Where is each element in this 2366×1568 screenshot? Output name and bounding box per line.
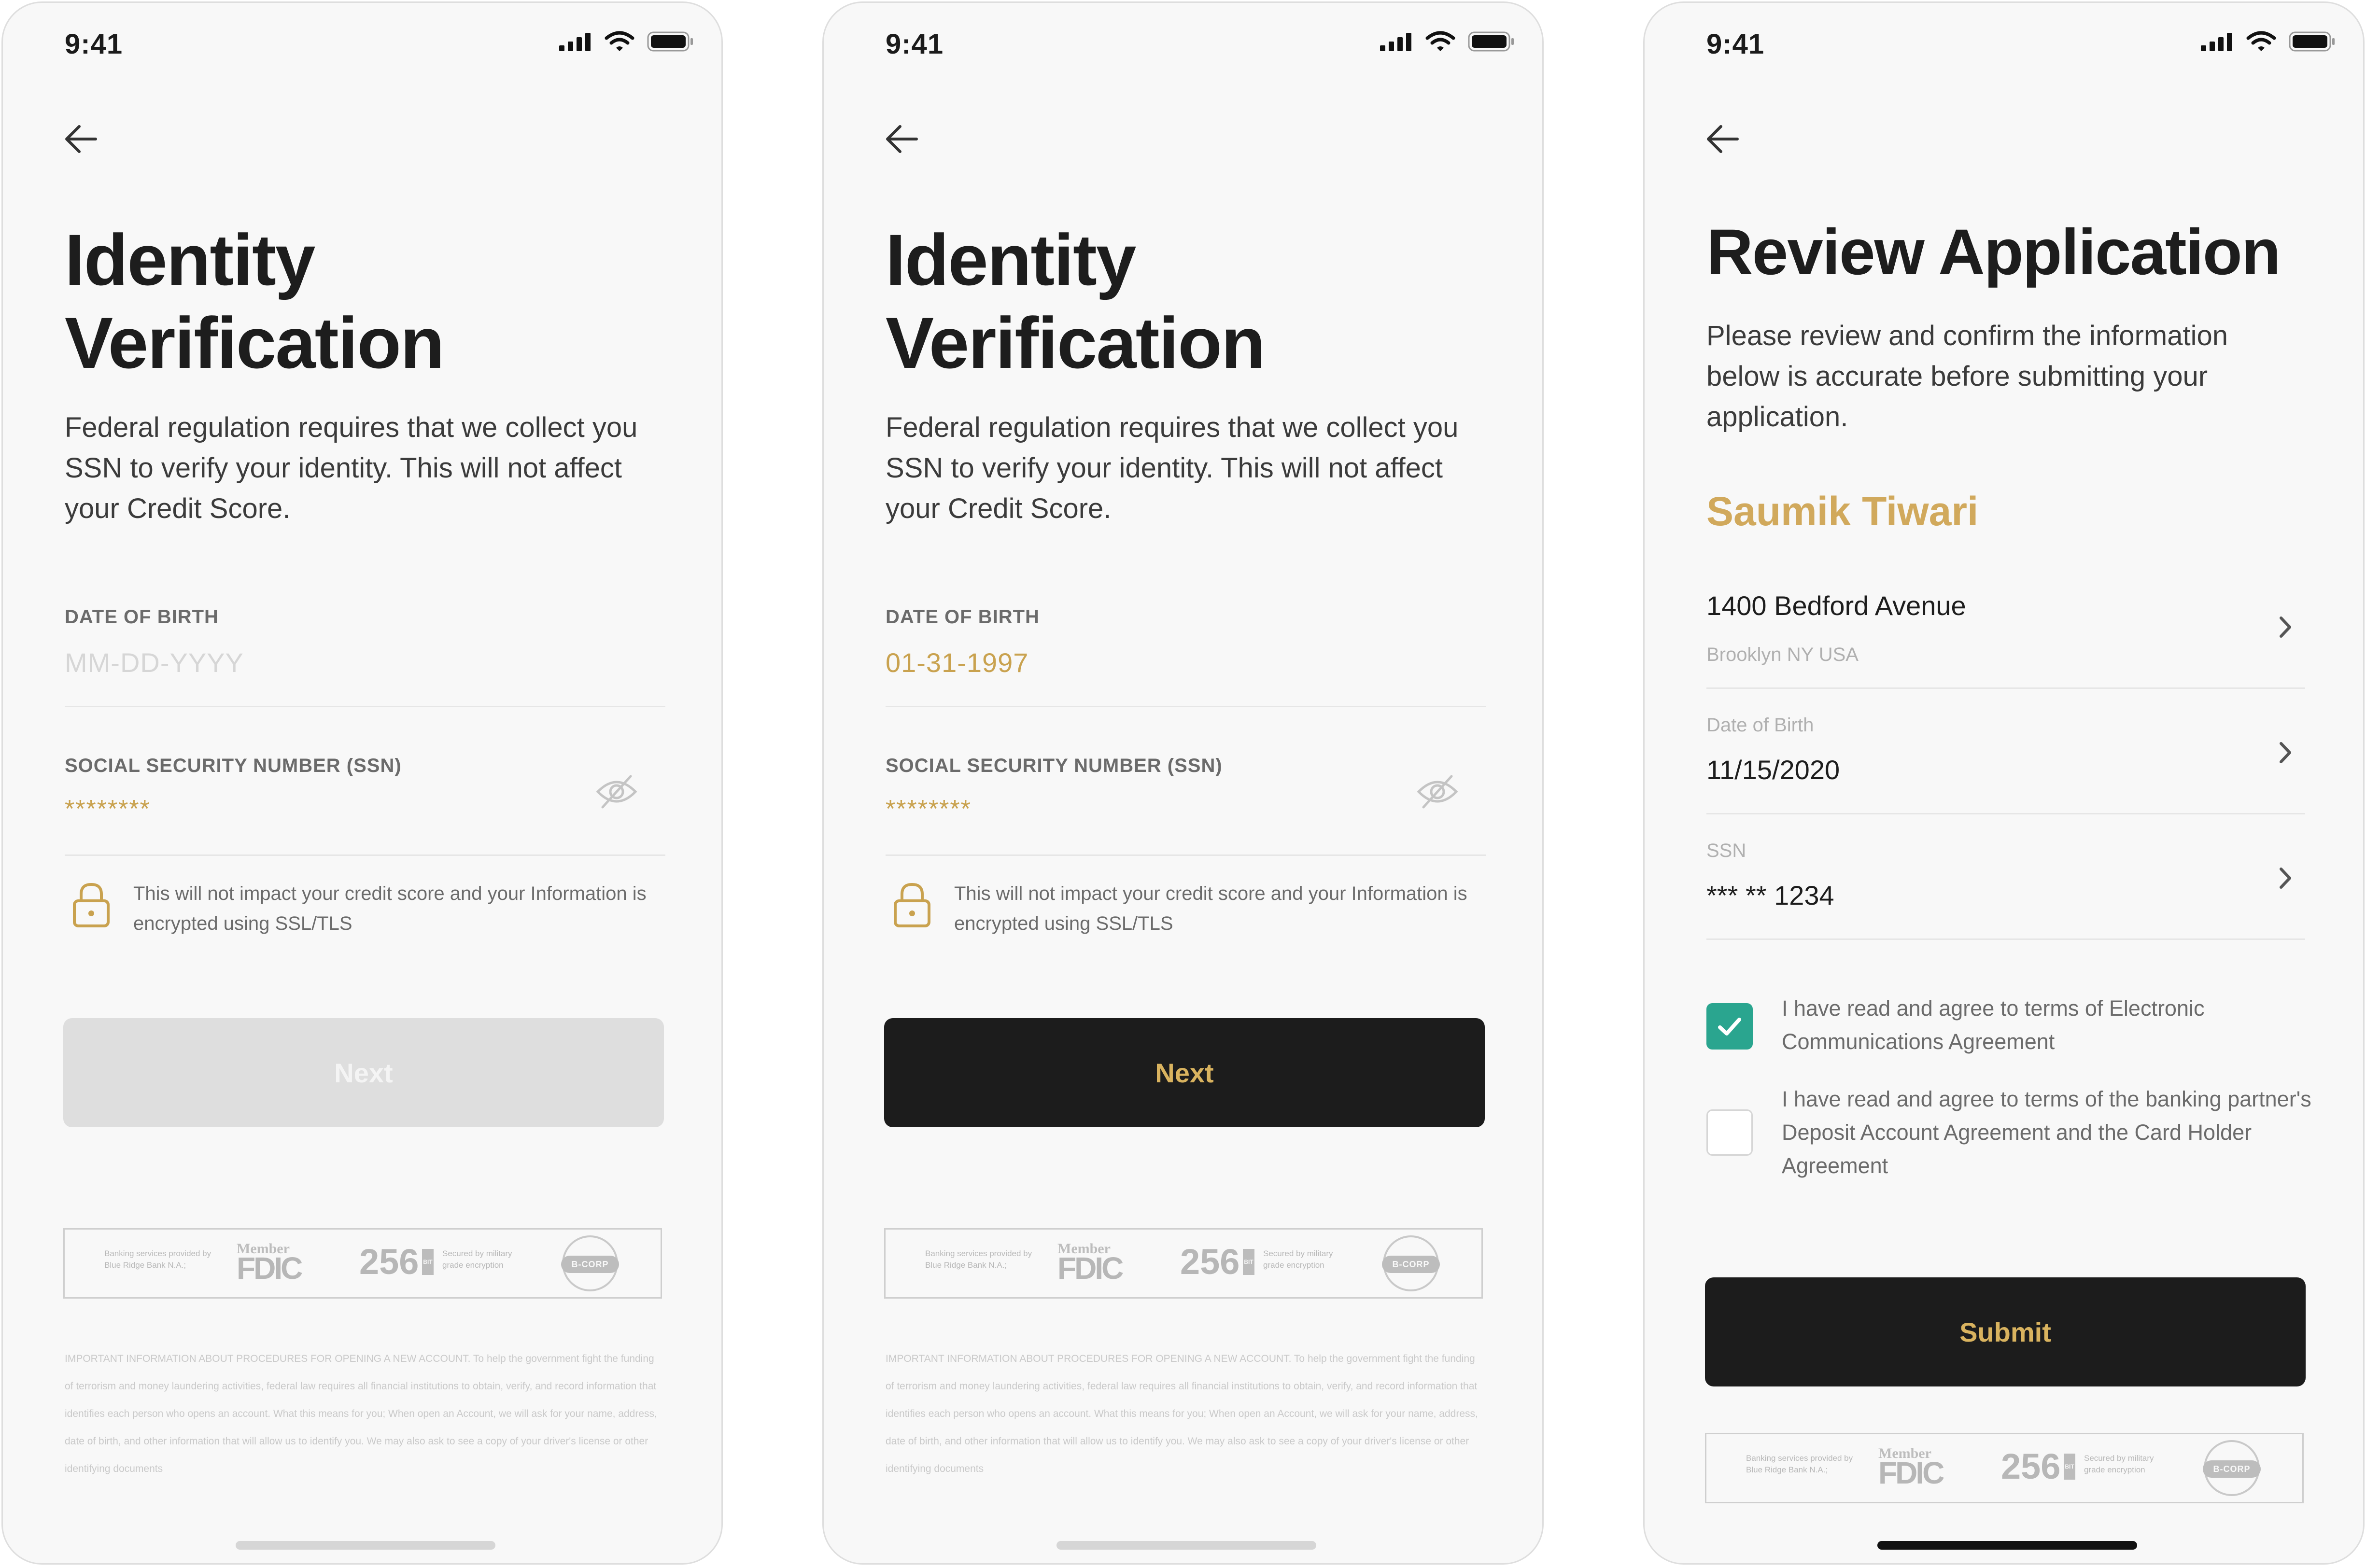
bank-provider-text: Banking services provided by Blue Ridge B… bbox=[104, 1249, 211, 1270]
secured-text: Secured by military grade encryption bbox=[2084, 1454, 2154, 1474]
secured-text: Secured by military grade encryption bbox=[442, 1249, 512, 1270]
applicant-name: Saumik Tiwari bbox=[1706, 489, 1979, 534]
bcorp-label: B-CORP bbox=[1382, 1256, 1440, 1273]
battery-icon bbox=[647, 31, 693, 52]
home-indicator bbox=[236, 1541, 495, 1550]
wifi-icon bbox=[605, 31, 634, 51]
encryption-bits: 256 bbox=[2001, 1446, 2061, 1486]
bcorp-label: B-CORP bbox=[2203, 1460, 2261, 1478]
page-description: Federal regulation requires that we coll… bbox=[65, 412, 638, 524]
status-time: 9:41 bbox=[886, 28, 944, 60]
divider bbox=[1706, 687, 2305, 689]
dob-label: DATE OF BIRTH bbox=[65, 606, 219, 628]
divider bbox=[1706, 938, 2305, 940]
review-application-screen: 9:41 Review Application Please review an… bbox=[1643, 1, 2365, 1565]
wifi-icon bbox=[2246, 31, 2276, 51]
divider bbox=[65, 854, 665, 856]
divider bbox=[886, 854, 1486, 856]
chevron-right-icon[interactable] bbox=[2272, 740, 2298, 766]
deposit-agreement-checkbox[interactable] bbox=[1706, 1109, 1753, 1156]
ssn-input[interactable]: ******** bbox=[886, 795, 972, 824]
trust-badge: Banking services provided by Blue Ridge B… bbox=[884, 1228, 1483, 1299]
bcorp-seal: B-CORP bbox=[561, 1235, 619, 1291]
dob-label: Date of Birth bbox=[1706, 714, 1814, 736]
back-arrow-icon[interactable] bbox=[1704, 120, 1742, 158]
fdic-logo: FDIC bbox=[1878, 1456, 1944, 1490]
dob-value: 11/15/2020 bbox=[1706, 755, 1840, 785]
battery-icon bbox=[2289, 31, 2335, 52]
status-icons bbox=[1379, 31, 1515, 52]
fdic-logo: FDIC bbox=[237, 1251, 303, 1286]
lock-icon bbox=[894, 882, 930, 927]
page-title: Identity Verification bbox=[886, 218, 1266, 384]
divider bbox=[886, 706, 1486, 707]
status-time: 9:41 bbox=[1706, 28, 1765, 60]
wifi-icon bbox=[1425, 31, 1455, 51]
secured-text: Secured by military grade encryption bbox=[1263, 1249, 1333, 1270]
bit-label: BIT bbox=[2064, 1454, 2075, 1480]
encryption-notice: This will not impact your credit score a… bbox=[954, 883, 1467, 934]
encryption-bits: 256 bbox=[359, 1242, 419, 1282]
divider bbox=[65, 706, 665, 707]
title-line-2: Verification bbox=[65, 302, 445, 383]
signal-icon bbox=[1380, 33, 1411, 51]
page-title: Identity Verification bbox=[65, 218, 445, 384]
title-line-1: Identity bbox=[886, 219, 1136, 300]
ssn-label: SOCIAL SECURITY NUMBER (SSN) bbox=[65, 755, 402, 776]
eye-off-icon[interactable] bbox=[1416, 772, 1459, 811]
bcorp-label: B-CORP bbox=[561, 1256, 619, 1273]
chevron-right-icon[interactable] bbox=[2272, 865, 2298, 891]
home-indicator bbox=[1877, 1541, 2137, 1550]
page-description: Federal regulation requires that we coll… bbox=[886, 412, 1459, 524]
next-button[interactable]: Next bbox=[884, 1018, 1485, 1127]
page-title: Review Application bbox=[1706, 216, 2281, 288]
legal-disclosure: IMPORTANT INFORMATION ABOUT PROCEDURES F… bbox=[886, 1353, 1478, 1474]
page-description: Please review and confirm the informatio… bbox=[1706, 320, 2228, 433]
bank-provider-text: Banking services provided by Blue Ridge B… bbox=[925, 1249, 1032, 1270]
bit-label: BIT bbox=[422, 1249, 434, 1275]
dob-input[interactable]: 01-31-1997 bbox=[886, 647, 1028, 678]
back-arrow-icon[interactable] bbox=[883, 120, 921, 158]
chevron-right-icon[interactable] bbox=[2272, 614, 2298, 640]
lock-icon bbox=[73, 882, 110, 927]
battery-icon bbox=[1468, 31, 1514, 52]
ssn-input[interactable]: ******** bbox=[65, 795, 151, 824]
submit-button[interactable]: Submit bbox=[1705, 1277, 2306, 1386]
eye-off-icon[interactable] bbox=[595, 772, 638, 811]
ssn-label: SSN bbox=[1706, 840, 1746, 861]
electronic-agreement-label: I have read and agree to terms of Electr… bbox=[1782, 996, 2205, 1054]
trust-badge: Banking services provided by Blue Ridge B… bbox=[1705, 1433, 2304, 1503]
electronic-agreement-checkbox[interactable] bbox=[1706, 1003, 1753, 1050]
encryption-notice: This will not impact your credit score a… bbox=[133, 883, 647, 934]
status-icons bbox=[2200, 31, 2336, 52]
trust-badge: Banking services provided by Blue Ridge B… bbox=[63, 1228, 662, 1299]
bcorp-seal: B-CORP bbox=[1382, 1235, 1440, 1291]
ssn-label: SOCIAL SECURITY NUMBER (SSN) bbox=[886, 755, 1223, 776]
ssn-value: *** ** 1234 bbox=[1706, 880, 1834, 910]
signal-icon bbox=[2201, 33, 2232, 51]
dob-label: DATE OF BIRTH bbox=[886, 606, 1040, 628]
divider bbox=[1706, 813, 2305, 814]
dob-input[interactable]: MM-DD-YYYY bbox=[65, 647, 244, 678]
home-indicator bbox=[1056, 1541, 1316, 1550]
address-line-2: Brooklyn NY USA bbox=[1706, 644, 1859, 665]
signal-icon bbox=[559, 33, 591, 51]
back-arrow-icon[interactable] bbox=[62, 120, 100, 158]
deposit-agreement-label: I have read and agree to terms of the ba… bbox=[1782, 1087, 2311, 1178]
fdic-logo: FDIC bbox=[1057, 1251, 1124, 1286]
title-line-2: Verification bbox=[886, 302, 1266, 383]
identity-verification-empty-screen: 9:41 Identity Verification Federal regul… bbox=[1, 1, 723, 1565]
encryption-bits: 256 bbox=[1180, 1242, 1240, 1282]
bcorp-seal: B-CORP bbox=[2203, 1440, 2261, 1496]
identity-verification-filled-screen: 9:41 Identity Verification Federal regul… bbox=[822, 1, 1544, 1565]
title-line-1: Identity bbox=[65, 219, 315, 300]
bank-provider-text: Banking services provided by Blue Ridge B… bbox=[1746, 1454, 1853, 1474]
legal-disclosure: IMPORTANT INFORMATION ABOUT PROCEDURES F… bbox=[65, 1353, 657, 1474]
bit-label: BIT bbox=[1243, 1249, 1254, 1275]
status-time: 9:41 bbox=[65, 28, 123, 60]
next-button[interactable]: Next bbox=[63, 1018, 664, 1127]
address-line-1: 1400 Bedford Avenue bbox=[1706, 590, 1966, 621]
status-icons bbox=[558, 31, 694, 52]
check-icon bbox=[1718, 1018, 1741, 1036]
